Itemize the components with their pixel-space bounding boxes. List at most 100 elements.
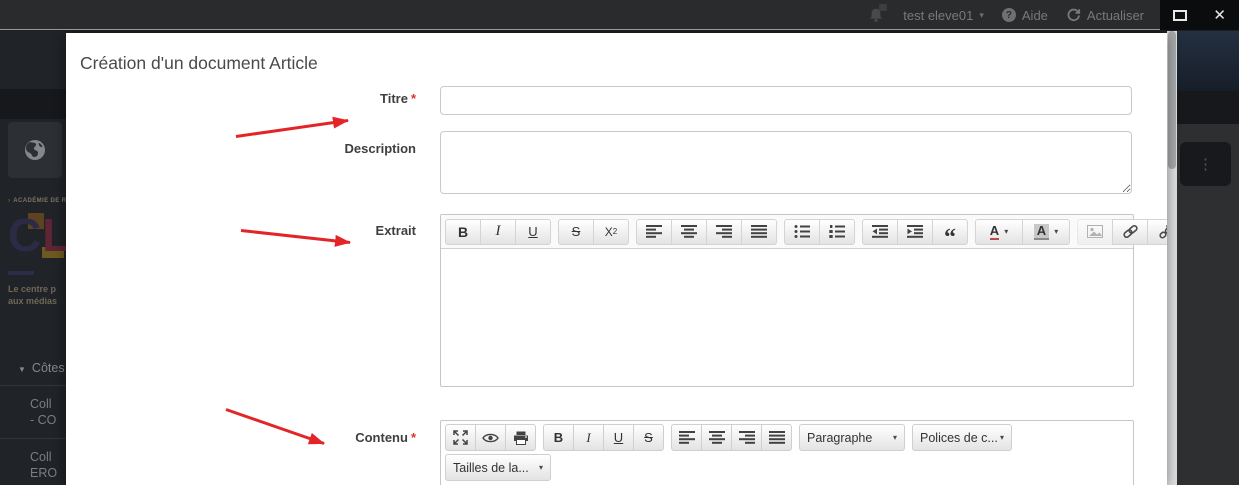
indent-button[interactable] bbox=[897, 219, 933, 245]
logo-divider bbox=[8, 271, 34, 275]
chevron-down-icon: ▾ bbox=[979, 10, 984, 21]
tree-expand-icon: ▼ bbox=[18, 365, 26, 374]
scrollbar-thumb[interactable] bbox=[1168, 31, 1176, 169]
refresh-icon bbox=[1066, 8, 1081, 23]
indent-icon bbox=[907, 225, 923, 238]
blockquote-button[interactable]: “ bbox=[932, 219, 968, 245]
logo-tagline: Le centre p aux médias bbox=[8, 283, 57, 307]
italic-button[interactable]: I bbox=[480, 219, 516, 245]
notifications-button[interactable] bbox=[867, 6, 885, 24]
bold-button[interactable]: B bbox=[445, 219, 481, 245]
numbered-list-icon bbox=[829, 225, 845, 238]
sizes-dropdown[interactable]: Tailles de la... ▾ bbox=[445, 454, 551, 481]
outdent-icon bbox=[872, 225, 888, 238]
bullet-list-button[interactable] bbox=[784, 219, 820, 245]
user-name: test eleve01 bbox=[903, 8, 973, 23]
align-left-button[interactable] bbox=[636, 219, 672, 245]
align-justify-button[interactable] bbox=[761, 424, 792, 451]
text-color-button[interactable]: A ▾ bbox=[975, 219, 1023, 245]
subscript-button[interactable]: X2 bbox=[593, 219, 629, 245]
more-options-button[interactable]: ⋮ bbox=[1180, 142, 1231, 186]
description-label: Description bbox=[130, 141, 416, 156]
eye-icon bbox=[482, 432, 499, 444]
extrait-label: Extrait bbox=[130, 223, 416, 238]
help-label: Aide bbox=[1022, 8, 1048, 23]
bold-button[interactable]: B bbox=[543, 424, 574, 451]
clemi-logo: CL bbox=[8, 207, 66, 265]
kebab-menu-icon: ⋮ bbox=[1198, 155, 1213, 173]
numbered-list-button[interactable] bbox=[819, 219, 855, 245]
titre-input[interactable] bbox=[440, 86, 1132, 115]
fullscreen-icon bbox=[453, 430, 468, 445]
tree-item[interactable]: Coll ERO bbox=[0, 438, 66, 485]
extrait-content-area[interactable] bbox=[441, 249, 1133, 387]
academy-label: › ACADÉMIE DE RE bbox=[8, 198, 66, 204]
titre-label: Titre* bbox=[130, 91, 416, 106]
bullet-list-icon bbox=[794, 225, 810, 238]
user-menu[interactable]: test eleve01 ▾ bbox=[903, 8, 984, 23]
paragraph-dropdown[interactable]: Paragraphe ▾ bbox=[799, 424, 905, 451]
refresh-button[interactable]: Actualiser bbox=[1066, 8, 1144, 23]
align-justify-button[interactable] bbox=[741, 219, 777, 245]
sidebar: › ACADÉMIE DE RE CL Le centre p aux médi… bbox=[0, 31, 66, 485]
link-icon bbox=[1122, 224, 1139, 239]
preview-button[interactable] bbox=[475, 424, 506, 451]
contenu-toolbar-row1: B I U S bbox=[441, 421, 1133, 451]
vertical-scrollbar[interactable] bbox=[1167, 31, 1177, 485]
align-right-button[interactable] bbox=[731, 424, 762, 451]
image-icon bbox=[1087, 225, 1103, 238]
outdent-button[interactable] bbox=[862, 219, 898, 245]
unlink-button[interactable] bbox=[1147, 219, 1167, 245]
align-left-icon bbox=[679, 431, 695, 444]
align-center-button[interactable] bbox=[671, 219, 707, 245]
maximize-icon[interactable] bbox=[1173, 10, 1187, 21]
extrait-editor: B I U S X2 bbox=[440, 214, 1134, 387]
align-center-icon bbox=[709, 431, 725, 444]
contenu-label: Contenu* bbox=[130, 430, 416, 445]
description-textarea[interactable] bbox=[440, 131, 1132, 194]
globe-icon bbox=[22, 137, 48, 163]
close-icon[interactable]: ✕ bbox=[1213, 8, 1226, 23]
align-right-icon bbox=[716, 225, 732, 238]
align-right-button[interactable] bbox=[706, 219, 742, 245]
chevron-down-icon: ▾ bbox=[1000, 433, 1004, 442]
tree-group-cotes[interactable]: ▼Côtes bbox=[0, 349, 66, 385]
bell-icon bbox=[867, 6, 885, 24]
underline-button[interactable]: U bbox=[603, 424, 634, 451]
align-center-icon bbox=[681, 225, 697, 238]
align-justify-icon bbox=[751, 225, 767, 238]
chevron-down-icon: ▾ bbox=[1054, 227, 1058, 236]
align-center-button[interactable] bbox=[701, 424, 732, 451]
align-right-icon bbox=[739, 431, 755, 444]
contenu-editor: B I U S bbox=[440, 420, 1134, 485]
unlink-icon bbox=[1157, 224, 1168, 239]
strikethrough-button[interactable]: S bbox=[558, 219, 594, 245]
refresh-label: Actualiser bbox=[1087, 8, 1144, 23]
tree-item[interactable]: Coll - CO bbox=[0, 385, 66, 438]
create-article-modal: Création d'un document Article Titre* De… bbox=[66, 33, 1167, 485]
modal-title: Création d'un document Article bbox=[80, 53, 318, 74]
header-band bbox=[1177, 91, 1239, 124]
window-controls: ✕ bbox=[1160, 0, 1239, 30]
help-menu[interactable]: ? Aide bbox=[1002, 8, 1048, 23]
window-titlebar: test eleve01 ▾ ? Aide Actualiser ✕ bbox=[0, 0, 1239, 30]
academy-chevron: › bbox=[8, 198, 10, 204]
print-button[interactable] bbox=[505, 424, 536, 451]
fullscreen-button[interactable] bbox=[445, 424, 476, 451]
globe-button[interactable] bbox=[8, 122, 62, 178]
app-background: › ACADÉMIE DE RE CL Le centre p aux médi… bbox=[0, 31, 1239, 485]
help-icon: ? bbox=[1002, 8, 1016, 22]
strikethrough-button[interactable]: S bbox=[633, 424, 664, 451]
background-color-button[interactable]: A ▾ bbox=[1022, 219, 1070, 245]
underline-button[interactable]: U bbox=[515, 219, 551, 245]
link-button[interactable] bbox=[1112, 219, 1148, 245]
chevron-down-icon: ▾ bbox=[1004, 227, 1008, 236]
notification-badge bbox=[879, 4, 887, 11]
italic-button[interactable]: I bbox=[573, 424, 604, 451]
align-left-button[interactable] bbox=[671, 424, 702, 451]
page-right-strip: ⋮ bbox=[1177, 31, 1239, 485]
screen: test eleve01 ▾ ? Aide Actualiser ✕ bbox=[0, 0, 1239, 485]
chevron-down-icon: ▾ bbox=[539, 463, 543, 472]
fonts-dropdown[interactable]: Polices de c... ▾ bbox=[912, 424, 1012, 451]
required-marker: * bbox=[411, 91, 416, 106]
